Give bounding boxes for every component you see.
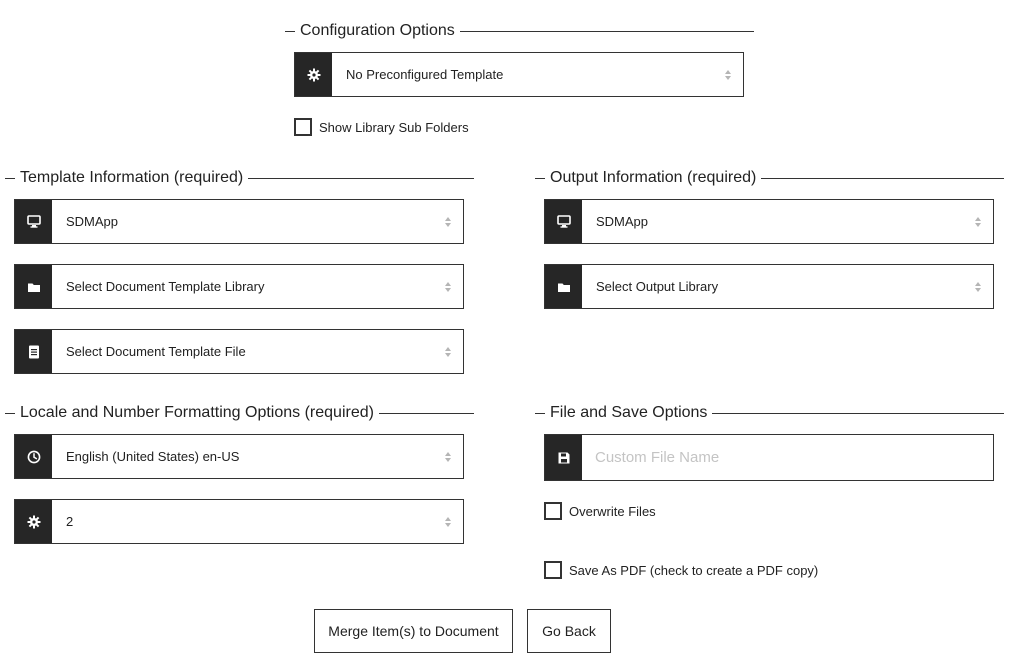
- select-arrows-icon: [433, 200, 463, 243]
- output-library-select[interactable]: Select Output Library: [544, 264, 994, 309]
- overwrite-files-checkbox[interactable]: Overwrite Files: [544, 502, 656, 520]
- select-arrows-icon: [433, 330, 463, 373]
- gear-icon: [15, 500, 52, 543]
- decimal-places-value: 2: [66, 514, 74, 529]
- locale-options-title: Locale and Number Formatting Options (re…: [20, 404, 374, 421]
- template-library-select[interactable]: Select Document Template Library: [14, 264, 464, 309]
- select-arrows-icon: [433, 435, 463, 478]
- configuration-options-legend: Configuration Options: [285, 21, 754, 41]
- clock-icon: [15, 435, 52, 478]
- locale-options-legend: Locale and Number Formatting Options (re…: [5, 403, 474, 423]
- template-site-select[interactable]: SDMApp: [14, 199, 464, 244]
- custom-file-name-field[interactable]: [544, 434, 994, 481]
- output-information-legend: Output Information (required): [535, 168, 1004, 188]
- decimal-places-select[interactable]: 2: [14, 499, 464, 544]
- document-icon: [15, 330, 52, 373]
- checkbox-box[interactable]: [544, 561, 562, 579]
- locale-select[interactable]: English (United States) en-US: [14, 434, 464, 479]
- save-icon: [545, 435, 582, 480]
- preconfigured-template-select[interactable]: No Preconfigured Template: [294, 52, 744, 97]
- output-site-value: SDMApp: [596, 214, 649, 229]
- output-library-value: Select Output Library: [596, 279, 719, 294]
- save-as-pdf-checkbox[interactable]: Save As PDF (check to create a PDF copy): [544, 561, 818, 579]
- overwrite-files-label: Overwrite Files: [569, 503, 656, 519]
- template-file-select[interactable]: Select Document Template File: [14, 329, 464, 374]
- template-library-value: Select Document Template Library: [66, 279, 265, 294]
- show-subfolders-checkbox[interactable]: Show Library Sub Folders: [294, 118, 469, 136]
- go-back-button[interactable]: Go Back: [527, 609, 611, 653]
- file-save-options-legend: File and Save Options: [535, 403, 1004, 423]
- custom-file-name-input[interactable]: [582, 435, 993, 480]
- output-information-title: Output Information (required): [550, 169, 757, 186]
- template-site-value: SDMApp: [66, 214, 119, 229]
- monitor-icon: [545, 200, 582, 243]
- template-information-title: Template Information (required): [20, 169, 244, 186]
- template-information-legend: Template Information (required): [5, 168, 474, 188]
- file-save-options-title: File and Save Options: [550, 404, 708, 421]
- merge-to-document-button[interactable]: Merge Item(s) to Document: [314, 609, 513, 653]
- select-arrows-icon: [963, 200, 993, 243]
- preconfigured-template-value: No Preconfigured Template: [346, 67, 504, 82]
- template-file-value: Select Document Template File: [66, 344, 246, 359]
- monitor-icon: [15, 200, 52, 243]
- select-arrows-icon: [433, 500, 463, 543]
- select-arrows-icon: [433, 265, 463, 308]
- folder-icon: [15, 265, 52, 308]
- checkbox-box[interactable]: [294, 118, 312, 136]
- select-arrows-icon: [713, 53, 743, 96]
- locale-value: English (United States) en-US: [66, 449, 240, 464]
- configuration-options-title: Configuration Options: [300, 22, 455, 39]
- checkbox-box[interactable]: [544, 502, 562, 520]
- save-as-pdf-label: Save As PDF (check to create a PDF copy): [569, 562, 819, 578]
- folder-icon: [545, 265, 582, 308]
- select-arrows-icon: [963, 265, 993, 308]
- show-subfolders-label: Show Library Sub Folders: [319, 119, 469, 135]
- output-site-select[interactable]: SDMApp: [544, 199, 994, 244]
- gear-icon: [295, 53, 332, 96]
